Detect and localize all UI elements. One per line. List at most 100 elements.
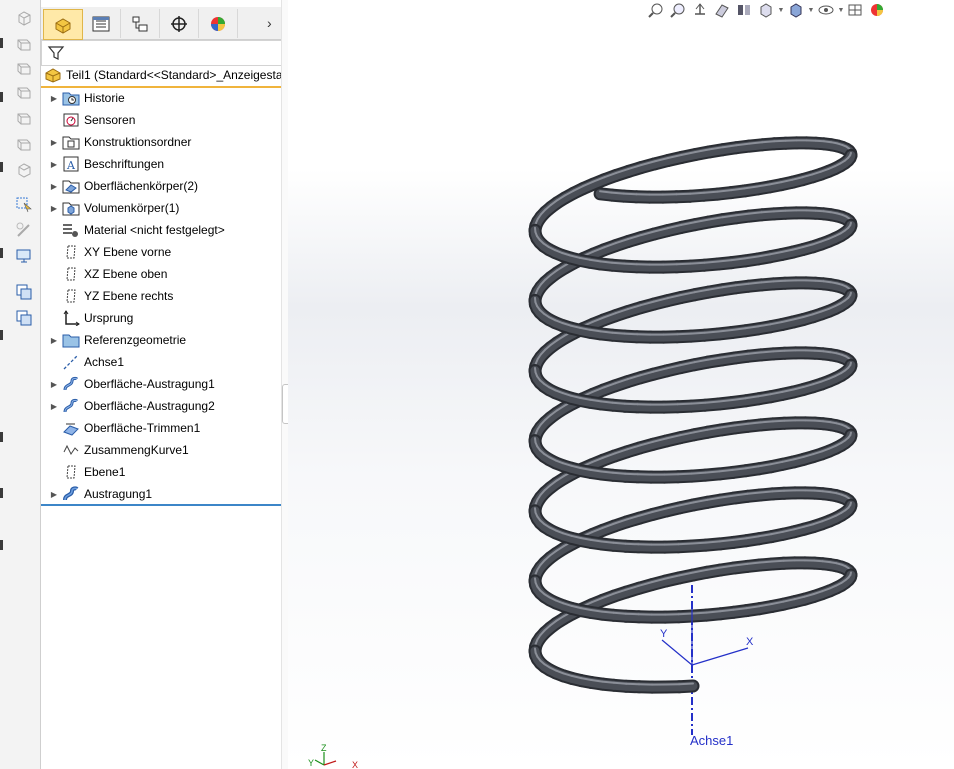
section-view-icon[interactable] <box>711 1 733 19</box>
expand-arrow-icon[interactable]: ▶ <box>47 204 61 213</box>
dynamic-annotation-icon[interactable] <box>733 1 755 19</box>
annotations-icon: A <box>61 155 81 173</box>
tab-dimxpertmanager[interactable] <box>160 9 199 38</box>
part-icon <box>44 66 62 84</box>
scene-icon[interactable] <box>845 1 867 19</box>
command-strip <box>0 0 41 769</box>
cube-view-icon[interactable] <box>13 58 35 78</box>
spring-segment <box>690 401 707 405</box>
surface-sweep-icon <box>61 375 81 393</box>
expand-arrow-icon[interactable]: ▶ <box>47 402 61 411</box>
edit-appearance-icon[interactable] <box>867 1 889 19</box>
copy-body-icon[interactable] <box>13 308 35 328</box>
tree-item[interactable]: Oberfläche-Trimmen1 <box>41 417 281 439</box>
spring-segment <box>759 490 774 494</box>
expand-arrow-icon[interactable]: ▶ <box>47 182 61 191</box>
spring-segment <box>761 140 776 144</box>
origin-y-label: Y <box>660 628 668 640</box>
tree-item-label: Ebene1 <box>84 465 126 479</box>
cube-view-icon[interactable] <box>13 34 35 54</box>
cube-view-icon[interactable] <box>13 108 35 128</box>
tree-item-label: Historie <box>84 91 125 105</box>
composite-curve-icon <box>61 441 81 459</box>
tree-item[interactable]: ▶ Oberfläche-Austragung1 <box>41 373 281 395</box>
tree-item[interactable]: Material <nicht festgelegt> <box>41 219 281 241</box>
zoom-area-icon[interactable] <box>667 1 689 19</box>
view-orientation-icon[interactable] <box>755 1 777 19</box>
rollback-bar[interactable] <box>41 504 281 506</box>
tree-item[interactable]: XZ Ebene oben <box>41 263 281 285</box>
cube-view-icon[interactable] <box>13 82 35 102</box>
spring-segment <box>703 260 720 264</box>
tree-item-label: Material <nicht festgelegt> <box>84 223 225 237</box>
tree-item[interactable]: ▶ Austragung1 <box>41 483 281 505</box>
tree-item[interactable]: XY Ebene vorne <box>41 241 281 263</box>
filter-bar[interactable] <box>41 40 282 66</box>
expand-arrow-icon[interactable]: ▶ <box>47 138 61 147</box>
tab-featuremanager[interactable] <box>43 9 83 40</box>
tree-item[interactable]: ▶ Volumenkörper(1) <box>41 197 281 219</box>
tree-item[interactable]: ▶ Konstruktionsordner <box>41 131 281 153</box>
tree-item-label: Achse1 <box>84 355 125 369</box>
spring-segment <box>676 332 693 336</box>
spring-segment <box>748 211 763 215</box>
dropdown-arrow-icon[interactable]: ▼ <box>837 7 845 14</box>
strip-marker <box>0 92 3 102</box>
dropdown-arrow-icon[interactable]: ▼ <box>807 7 815 14</box>
expand-arrow-icon[interactable]: ▶ <box>47 160 61 169</box>
tab-propertymanager[interactable] <box>82 9 121 38</box>
tree-item[interactable]: ▶ Oberflächenkörper(2) <box>41 175 281 197</box>
spring-segment <box>676 402 693 406</box>
display-tool-icon[interactable] <box>13 246 35 266</box>
tree-root-part[interactable]: Teil1 (Standard<<Standard>_Anzeigesta <box>41 64 281 88</box>
plane-icon <box>61 265 81 283</box>
spring-segment <box>610 191 625 195</box>
cube-view-icon[interactable] <box>13 160 35 180</box>
copy-body-icon[interactable] <box>13 282 35 302</box>
tree-item[interactable]: ▶ Historie <box>41 87 281 109</box>
graphics-area[interactable]: X Y Z Y X <box>288 0 954 769</box>
tab-configurationmanager[interactable] <box>121 9 160 38</box>
sketch-tool-icon[interactable] <box>13 220 35 240</box>
tree-item[interactable]: YZ Ebene rechts <box>41 285 281 307</box>
spring-segment <box>703 190 719 194</box>
spring-segment <box>771 419 786 423</box>
tab-displaymanager[interactable] <box>199 9 238 38</box>
tree-item[interactable]: ▶ Oberfläche-Austragung2 <box>41 395 281 417</box>
spring-segment <box>599 190 613 194</box>
spring-segment <box>613 681 628 685</box>
expand-arrow-icon[interactable]: ▶ <box>47 336 61 345</box>
spring-segment <box>689 261 706 265</box>
strip-marker <box>0 488 3 498</box>
hide-show-icon[interactable] <box>815 1 837 19</box>
spring-segment <box>691 541 707 545</box>
tree-item[interactable]: Sensoren <box>41 109 281 131</box>
surface-bodies-icon <box>61 177 81 195</box>
tree-item[interactable]: Ursprung <box>41 307 281 329</box>
select-tool-icon[interactable] <box>13 194 35 214</box>
strip-marker <box>0 162 3 172</box>
tree-item-label: Referenzgeometrie <box>84 333 187 347</box>
expand-arrow-icon[interactable]: ▶ <box>47 490 61 499</box>
tree-item[interactable]: ▶ A Beschriftungen <box>41 153 281 175</box>
previous-view-icon[interactable] <box>689 1 711 19</box>
tree-item[interactable]: ▶ Referenzgeometrie <box>41 329 281 351</box>
expand-arrow-icon[interactable]: ▶ <box>47 380 61 389</box>
display-style-icon[interactable] <box>785 1 807 19</box>
cube-view-icon[interactable] <box>13 134 35 154</box>
dropdown-arrow-icon[interactable]: ▼ <box>777 7 785 14</box>
tree-item[interactable]: Achse1 <box>41 351 281 373</box>
spring-segment <box>760 350 775 354</box>
property-list-icon <box>92 16 110 31</box>
spring-segment <box>760 280 775 284</box>
cube-view-icon[interactable] <box>13 8 35 28</box>
zoom-to-fit-icon[interactable] <box>645 1 667 19</box>
chevron-right-icon[interactable]: › <box>267 15 272 31</box>
spring-segment <box>689 191 706 195</box>
tree-item[interactable]: Ebene1 <box>41 461 281 483</box>
spring-segment <box>534 367 537 374</box>
tree-item[interactable]: ZusammengKurve1 <box>41 439 281 461</box>
triad-y-label: Y <box>308 758 314 768</box>
expand-arrow-icon[interactable]: ▶ <box>47 94 61 103</box>
triad-z-label: Z <box>321 743 327 753</box>
